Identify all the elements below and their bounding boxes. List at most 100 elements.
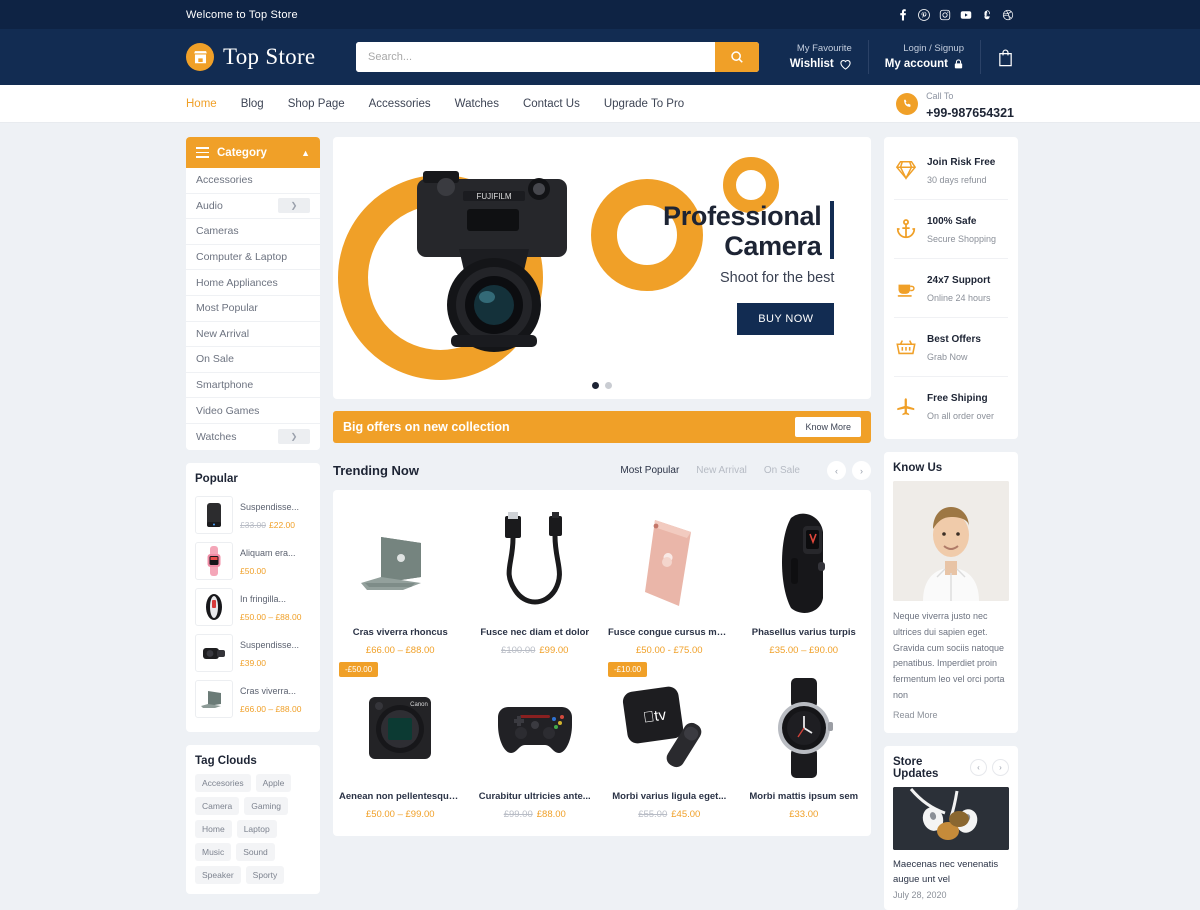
product-card[interactable]: -£50.00 Canon Aenean non pellentesque...…	[333, 660, 468, 824]
product-name[interactable]: Cras viverra rhoncus	[339, 627, 462, 638]
know-more-button[interactable]: Know More	[795, 417, 861, 437]
tab-most-popular[interactable]: Most Popular	[620, 465, 679, 476]
cart-button[interactable]	[981, 48, 1014, 67]
next-arrow-icon[interactable]: ›	[852, 461, 871, 480]
popular-item[interactable]: Aliquam era... £50.00	[195, 538, 311, 584]
facebook-icon[interactable]	[897, 8, 909, 21]
popular-item[interactable]: Suspendisse... £39.00	[195, 630, 311, 676]
nav-item-upgrade-to-pro[interactable]: Upgrade To Pro	[604, 98, 684, 110]
product-name[interactable]: Phasellus varius turpis	[743, 627, 866, 638]
product-card[interactable]: Morbi mattis ipsum sem £33.00	[737, 660, 872, 824]
tag-speaker[interactable]: Speaker	[195, 865, 241, 884]
next-arrow-icon[interactable]: ›	[992, 759, 1009, 776]
feature-text: 24x7 Support Online 24 hours	[927, 270, 991, 306]
popular-item[interactable]: In fringilla... £50.00 – £88.00	[195, 584, 311, 630]
category-item-audio[interactable]: Audio ❯	[186, 194, 320, 220]
product-card[interactable]: Cras viverra rhoncus £66.00 – £88.00	[333, 496, 468, 660]
category-item-smartphone[interactable]: Smartphone	[186, 373, 320, 399]
buy-now-button[interactable]: BUY NOW	[737, 303, 835, 336]
nav-item-home[interactable]: Home	[186, 98, 217, 110]
popular-item[interactable]: Cras viverra... £66.00 – £88.00	[195, 676, 311, 722]
product-name[interactable]: Fusce congue cursus metus	[608, 627, 731, 638]
tag-apple[interactable]: Apple	[255, 773, 292, 792]
category-item-on-sale[interactable]: On Sale	[186, 347, 320, 373]
chevron-right-icon[interactable]: ❯	[278, 429, 310, 445]
slider-dot-2[interactable]	[605, 382, 612, 389]
category-item-home-appliances[interactable]: Home Appliances	[186, 270, 320, 296]
search-button[interactable]	[715, 42, 759, 72]
chevron-right-icon[interactable]: ❯	[278, 198, 310, 214]
nav-item-blog[interactable]: Blog	[241, 98, 264, 110]
left-sidebar: Category ▲ Accessories Audio ❯ Cameras Co…	[186, 137, 320, 894]
category-item-new-arrival[interactable]: New Arrival	[186, 322, 320, 348]
product-name[interactable]: Fusce nec diam et dolor	[474, 627, 597, 638]
store-update-post-title[interactable]: Maecenas nec venenatis augue unt vel	[893, 857, 1009, 887]
popular-item[interactable]: Suspendisse... £33.00 £22.00	[195, 492, 311, 538]
tag-music[interactable]: Music	[195, 842, 232, 861]
pinterest-icon[interactable]	[918, 8, 930, 21]
dribbble-icon[interactable]	[1002, 9, 1014, 21]
tag-laptop[interactable]: Laptop	[236, 819, 277, 838]
product-name[interactable]: Curabitur ultricies ante...	[474, 791, 597, 802]
nav-item-shop-page[interactable]: Shop Page	[288, 98, 345, 110]
prev-arrow-icon[interactable]: ‹	[970, 759, 987, 776]
tag-camera[interactable]: Camera	[195, 796, 240, 815]
category-item-computer-laptop[interactable]: Computer & Laptop	[186, 245, 320, 271]
category-item-video-games[interactable]: Video Games	[186, 398, 320, 424]
nav-item-accessories[interactable]: Accessories	[369, 98, 431, 110]
product-card[interactable]: -£10.00 tv Morbi varius ligula eget... …	[602, 660, 737, 824]
popular-item-name[interactable]: Aliquam era...	[240, 548, 296, 558]
product-old-price: £100.00	[501, 645, 536, 656]
tab-new-arrival[interactable]: New Arrival	[696, 465, 747, 476]
category-item-cameras[interactable]: Cameras	[186, 219, 320, 245]
slider-dot-1[interactable]	[592, 382, 599, 389]
tag-sporty[interactable]: Sporty	[245, 865, 285, 884]
tag-accesories[interactable]: Accesories	[195, 773, 251, 792]
hero-title-lines: Professional Camera	[663, 201, 822, 261]
category-item-watches[interactable]: Watches ❯	[186, 424, 320, 450]
popular-item-name[interactable]: In fringilla...	[240, 594, 286, 604]
nav-item-contact-us[interactable]: Contact Us	[523, 98, 580, 110]
popular-item-name[interactable]: Suspendisse...	[240, 640, 299, 650]
cup-icon	[894, 278, 918, 298]
product-card[interactable]: Fusce nec diam et dolor £100.00 £99.00	[468, 496, 603, 660]
social-links	[897, 8, 1014, 21]
logo[interactable]: Top Store	[186, 43, 356, 71]
tag-sound[interactable]: Sound	[236, 842, 275, 861]
nav-item-watches[interactable]: Watches	[455, 98, 499, 110]
nav-links: Home Blog Shop Page Accessories Watches …	[186, 98, 684, 110]
category-header[interactable]: Category ▲	[186, 137, 320, 168]
popular-item-name[interactable]: Cras viverra...	[240, 686, 296, 696]
youtube-icon[interactable]	[960, 9, 972, 21]
tag-gaming[interactable]: Gaming	[244, 796, 288, 815]
category-item-most-popular[interactable]: Most Popular	[186, 296, 320, 322]
product-name[interactable]: Morbi varius ligula eget...	[608, 791, 731, 802]
prev-arrow-icon[interactable]: ‹	[827, 461, 846, 480]
store-update-photo	[893, 786, 1009, 850]
feature-text: 100% Safe Secure Shopping	[927, 211, 996, 247]
product-card[interactable]: Phasellus varius turpis £35.00 – £90.00	[737, 496, 872, 660]
popular-item-info: Cras viverra... £66.00 – £88.00	[240, 681, 311, 717]
tab-on-sale[interactable]: On Sale	[764, 465, 800, 476]
call-to-block[interactable]: Call To +99-987654321	[896, 86, 1014, 122]
search-input[interactable]	[356, 42, 715, 72]
offers-banner: Big offers on new collection Know More	[333, 411, 871, 443]
feature-text: Best Offers Grab Now	[927, 329, 981, 365]
product-name[interactable]: Morbi mattis ipsum sem	[743, 791, 866, 802]
tag-home[interactable]: Home	[195, 819, 232, 838]
account-block[interactable]: Login / Signup My account	[869, 40, 981, 74]
product-card[interactable]: Curabitur ultricies ante... £99.00 £88.00	[468, 660, 603, 824]
product-name[interactable]: Aenean non pellentesque...	[339, 791, 462, 802]
stumbleupon-icon[interactable]	[981, 9, 993, 21]
features-widget: Join Risk Free 30 days refund 100% Safe …	[884, 137, 1018, 439]
read-more-link[interactable]: Read More	[893, 710, 938, 720]
wishlist-block[interactable]: My Favourite Wishlist	[774, 40, 869, 74]
feature-subtitle: 30 days refund	[927, 175, 987, 185]
popular-title: Popular	[195, 472, 238, 485]
category-widget: Category ▲ Accessories Audio ❯ Cameras Co…	[186, 137, 320, 450]
popular-item-name[interactable]: Suspendisse...	[240, 502, 299, 512]
category-item-accessories[interactable]: Accessories	[186, 168, 320, 194]
product-card[interactable]: Fusce congue cursus metus £50.00 - £75.0…	[602, 496, 737, 660]
instagram-icon[interactable]	[939, 9, 951, 21]
feature-title: Join Risk Free	[927, 157, 996, 168]
